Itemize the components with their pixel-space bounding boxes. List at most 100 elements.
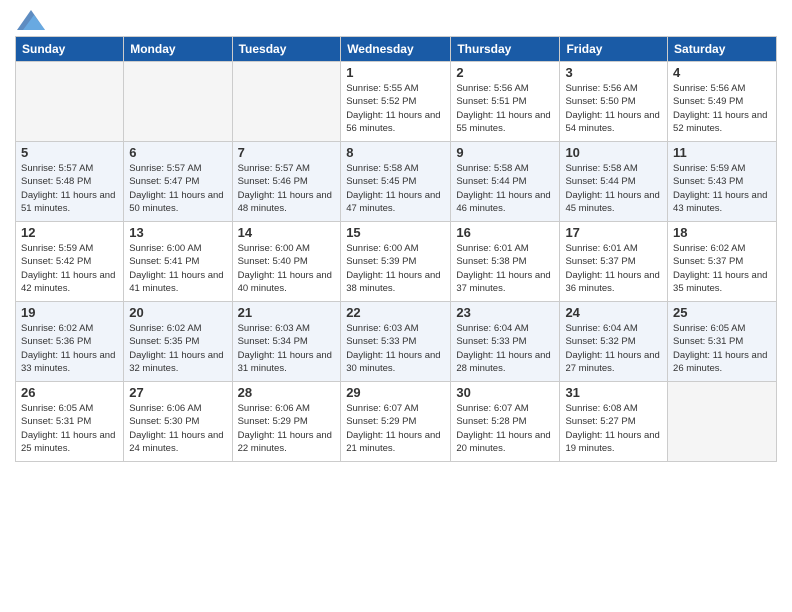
day-cell: 15 Sunrise: 6:00 AM Sunset: 5:39 PM Dayli…: [341, 222, 451, 302]
day-info: Sunrise: 6:06 AM Sunset: 5:30 PM Dayligh…: [129, 402, 226, 455]
day-number: 31: [565, 385, 662, 400]
day-cell: 3Sunrise: 5:56 AM Sunset: 5:50 PM Daylig…: [560, 62, 668, 142]
day-info: Sunrise: 6:05 AM Sunset: 5:31 PM Dayligh…: [673, 322, 771, 375]
day-cell: [16, 62, 124, 142]
day-cell: 14Sunrise: 6:00 AM Sunset: 5:40 PM Dayli…: [232, 222, 341, 302]
day-cell: 30Sunrise: 6:07 AM Sunset: 5:28 PM Dayli…: [451, 382, 560, 462]
day-cell: 7Sunrise: 5:57 AM Sunset: 5:46 PM Daylig…: [232, 142, 341, 222]
day-info: Sunrise: 6:08 AM Sunset: 5:27 PM Dayligh…: [565, 402, 662, 455]
day-cell: [668, 382, 777, 462]
day-info: Sunrise: 6:02 AM Sunset: 5:35 PM Dayligh…: [129, 322, 226, 375]
day-number: 19: [21, 305, 118, 320]
day-number: 15: [346, 225, 445, 240]
day-cell: 25 Sunrise: 6:05 AM Sunset: 5:31 PM Dayli…: [668, 302, 777, 382]
day-cell: [124, 62, 232, 142]
day-info: Sunrise: 5:55 AM Sunset: 5:52 PM Dayligh…: [346, 82, 445, 135]
day-number: 28: [238, 385, 336, 400]
page: SundayMondayTuesdayWednesdayThursdayFrid…: [0, 0, 792, 612]
day-cell: 20 Sunrise: 6:02 AM Sunset: 5:35 PM Dayli…: [124, 302, 232, 382]
day-cell: 4 Sunrise: 5:56 AM Sunset: 5:49 PM Daylig…: [668, 62, 777, 142]
day-number: 8: [346, 145, 445, 160]
week-row-2: 5 Sunrise: 5:57 AM Sunset: 5:48 PM Daylig…: [16, 142, 777, 222]
day-cell: 29 Sunrise: 6:07 AM Sunset: 5:29 PM Dayli…: [341, 382, 451, 462]
day-cell: 6Sunrise: 5:57 AM Sunset: 5:47 PM Daylig…: [124, 142, 232, 222]
day-number: 26: [21, 385, 118, 400]
day-number: 23: [456, 305, 554, 320]
calendar-table: SundayMondayTuesdayWednesdayThursdayFrid…: [15, 36, 777, 462]
day-number: 9: [456, 145, 554, 160]
week-row-5: 26 Sunrise: 6:05 AM Sunset: 5:31 PM Dayli…: [16, 382, 777, 462]
weekday-sunday: Sunday: [16, 37, 124, 62]
day-number: 22: [346, 305, 445, 320]
day-info: Sunrise: 6:02 AM Sunset: 5:36 PM Dayligh…: [21, 322, 118, 375]
week-row-4: 19 Sunrise: 6:02 AM Sunset: 5:36 PM Dayli…: [16, 302, 777, 382]
day-info: Sunrise: 5:59 AM Sunset: 5:42 PM Dayligh…: [21, 242, 118, 295]
day-number: 3: [565, 65, 662, 80]
day-info: Sunrise: 6:05 AM Sunset: 5:31 PM Dayligh…: [21, 402, 118, 455]
day-number: 21: [238, 305, 336, 320]
day-cell: 19 Sunrise: 6:02 AM Sunset: 5:36 PM Dayli…: [16, 302, 124, 382]
day-info: Sunrise: 6:03 AM Sunset: 5:33 PM Dayligh…: [346, 322, 445, 375]
day-info: Sunrise: 6:00 AM Sunset: 5:41 PM Dayligh…: [129, 242, 226, 295]
day-info: Sunrise: 6:04 AM Sunset: 5:32 PM Dayligh…: [565, 322, 662, 375]
day-info: Sunrise: 5:58 AM Sunset: 5:45 PM Dayligh…: [346, 162, 445, 215]
day-number: 7: [238, 145, 336, 160]
day-cell: 26 Sunrise: 6:05 AM Sunset: 5:31 PM Dayli…: [16, 382, 124, 462]
day-number: 25: [673, 305, 771, 320]
weekday-header-row: SundayMondayTuesdayWednesdayThursdayFrid…: [16, 37, 777, 62]
day-info: Sunrise: 6:00 AM Sunset: 5:40 PM Dayligh…: [238, 242, 336, 295]
day-cell: 16 Sunrise: 6:01 AM Sunset: 5:38 PM Dayli…: [451, 222, 560, 302]
day-cell: 27Sunrise: 6:06 AM Sunset: 5:30 PM Dayli…: [124, 382, 232, 462]
day-number: 4: [673, 65, 771, 80]
day-info: Sunrise: 6:04 AM Sunset: 5:33 PM Dayligh…: [456, 322, 554, 375]
day-info: Sunrise: 6:01 AM Sunset: 5:38 PM Dayligh…: [456, 242, 554, 295]
day-cell: 22 Sunrise: 6:03 AM Sunset: 5:33 PM Dayli…: [341, 302, 451, 382]
day-cell: 21Sunrise: 6:03 AM Sunset: 5:34 PM Dayli…: [232, 302, 341, 382]
day-cell: 23 Sunrise: 6:04 AM Sunset: 5:33 PM Dayli…: [451, 302, 560, 382]
day-info: Sunrise: 5:58 AM Sunset: 5:44 PM Dayligh…: [456, 162, 554, 215]
day-info: Sunrise: 5:56 AM Sunset: 5:49 PM Dayligh…: [673, 82, 771, 135]
day-number: 24: [565, 305, 662, 320]
week-row-3: 12 Sunrise: 5:59 AM Sunset: 5:42 PM Dayli…: [16, 222, 777, 302]
day-info: Sunrise: 5:56 AM Sunset: 5:51 PM Dayligh…: [456, 82, 554, 135]
day-number: 16: [456, 225, 554, 240]
weekday-tuesday: Tuesday: [232, 37, 341, 62]
day-cell: 13 Sunrise: 6:00 AM Sunset: 5:41 PM Dayli…: [124, 222, 232, 302]
day-cell: 24 Sunrise: 6:04 AM Sunset: 5:32 PM Dayli…: [560, 302, 668, 382]
day-number: 2: [456, 65, 554, 80]
day-number: 18: [673, 225, 771, 240]
week-row-1: 1 Sunrise: 5:55 AM Sunset: 5:52 PM Daylig…: [16, 62, 777, 142]
day-cell: 12 Sunrise: 5:59 AM Sunset: 5:42 PM Dayli…: [16, 222, 124, 302]
weekday-friday: Friday: [560, 37, 668, 62]
day-number: 20: [129, 305, 226, 320]
day-cell: 1 Sunrise: 5:55 AM Sunset: 5:52 PM Daylig…: [341, 62, 451, 142]
day-number: 12: [21, 225, 118, 240]
day-number: 5: [21, 145, 118, 160]
day-cell: 5 Sunrise: 5:57 AM Sunset: 5:48 PM Daylig…: [16, 142, 124, 222]
day-cell: 9 Sunrise: 5:58 AM Sunset: 5:44 PM Daylig…: [451, 142, 560, 222]
day-info: Sunrise: 6:06 AM Sunset: 5:29 PM Dayligh…: [238, 402, 336, 455]
day-cell: 31 Sunrise: 6:08 AM Sunset: 5:27 PM Dayli…: [560, 382, 668, 462]
day-cell: 28 Sunrise: 6:06 AM Sunset: 5:29 PM Dayli…: [232, 382, 341, 462]
day-cell: 17Sunrise: 6:01 AM Sunset: 5:37 PM Dayli…: [560, 222, 668, 302]
day-number: 30: [456, 385, 554, 400]
logo-icon: [17, 10, 45, 30]
day-number: 6: [129, 145, 226, 160]
header: [15, 10, 777, 28]
day-number: 29: [346, 385, 445, 400]
day-cell: 18 Sunrise: 6:02 AM Sunset: 5:37 PM Dayli…: [668, 222, 777, 302]
day-info: Sunrise: 5:59 AM Sunset: 5:43 PM Dayligh…: [673, 162, 771, 215]
day-number: 13: [129, 225, 226, 240]
day-info: Sunrise: 6:07 AM Sunset: 5:29 PM Dayligh…: [346, 402, 445, 455]
day-info: Sunrise: 6:01 AM Sunset: 5:37 PM Dayligh…: [565, 242, 662, 295]
day-info: Sunrise: 5:57 AM Sunset: 5:48 PM Dayligh…: [21, 162, 118, 215]
day-cell: 8 Sunrise: 5:58 AM Sunset: 5:45 PM Daylig…: [341, 142, 451, 222]
day-cell: 11Sunrise: 5:59 AM Sunset: 5:43 PM Dayli…: [668, 142, 777, 222]
weekday-monday: Monday: [124, 37, 232, 62]
day-info: Sunrise: 6:02 AM Sunset: 5:37 PM Dayligh…: [673, 242, 771, 295]
weekday-saturday: Saturday: [668, 37, 777, 62]
day-number: 1: [346, 65, 445, 80]
day-info: Sunrise: 5:58 AM Sunset: 5:44 PM Dayligh…: [565, 162, 662, 215]
day-info: Sunrise: 6:00 AM Sunset: 5:39 PM Dayligh…: [346, 242, 445, 295]
day-number: 10: [565, 145, 662, 160]
